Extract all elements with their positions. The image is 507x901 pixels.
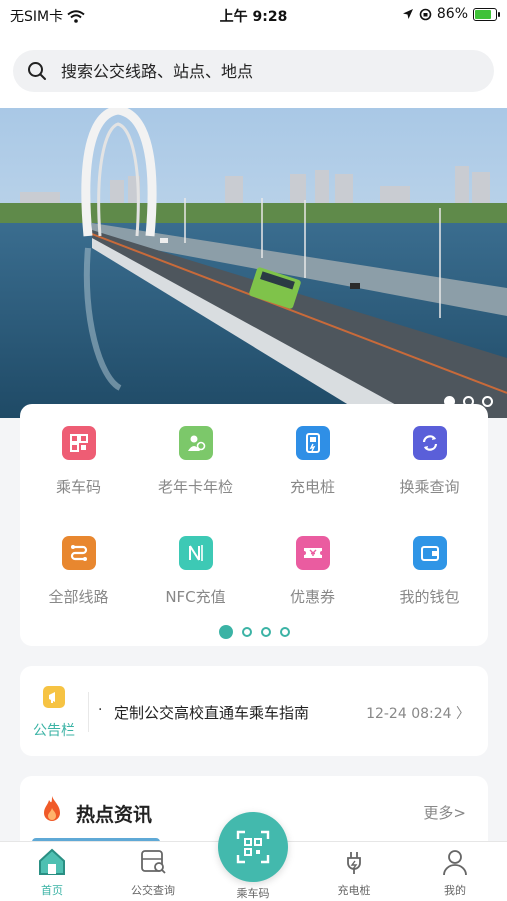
notice-bullet: · — [98, 702, 103, 718]
tab-label: 乘车码 — [236, 887, 270, 900]
tab-label: 充电桩 — [337, 884, 371, 897]
banner-carousel[interactable] — [0, 108, 507, 418]
notice-date-text: 12-24 08:24 — [366, 706, 452, 722]
home-icon — [39, 848, 65, 875]
megaphone-icon — [43, 686, 65, 708]
nfc-icon — [178, 536, 213, 570]
grid-pager-dot[interactable] — [279, 627, 290, 637]
grid-item-label: 充电桩 — [289, 478, 335, 496]
coupon-icon — [295, 536, 330, 570]
grid-item-charging-pile[interactable]: 充电桩 — [254, 426, 371, 497]
grid-item-label: 换乘查询 — [399, 478, 460, 496]
search-input[interactable] — [59, 60, 463, 82]
grid-item-label: NFC充值 — [165, 588, 226, 606]
tab-charging[interactable]: 充电桩 — [304, 842, 404, 898]
charging-pile-icon — [295, 426, 330, 460]
notice-text[interactable]: 定制公交高校直通车乘车指南 — [114, 702, 309, 723]
grid-pager-dot[interactable] — [218, 625, 233, 639]
plug-icon — [347, 852, 361, 874]
grid-item-senior-card[interactable]: 老年卡年检 — [137, 426, 254, 497]
grid-item-ride-code[interactable]: 乘车码 — [20, 426, 137, 497]
wallet-icon — [412, 536, 447, 570]
grid-item-coupon[interactable]: 优惠券 — [254, 536, 371, 607]
search-bar[interactable] — [13, 50, 494, 92]
senior-card-icon — [178, 426, 213, 460]
grid-pager — [20, 625, 488, 639]
banner-dot[interactable] — [482, 396, 493, 407]
grid-item-label: 乘车码 — [55, 478, 101, 496]
tab-home[interactable]: 首页 — [2, 842, 102, 898]
chevron-right-icon: 〉 — [456, 706, 470, 722]
hot-news-title: 热点资讯 — [76, 804, 153, 826]
search-area — [0, 30, 507, 108]
tab-mine[interactable]: 我的 — [405, 842, 505, 898]
qr-scan-icon — [236, 830, 270, 864]
tab-bus-search[interactable]: 公交查询 — [103, 842, 203, 898]
flame-icon — [44, 796, 60, 821]
orientation-lock-icon — [419, 8, 432, 20]
grid-item-wallet[interactable]: 我的钱包 — [371, 536, 488, 607]
grid-item-nfc[interactable]: NFC充值 — [137, 536, 254, 607]
search-icon — [28, 62, 46, 80]
notice-date: 12-24 08:24 〉 — [366, 703, 470, 723]
bus-search-icon — [141, 850, 166, 874]
all-routes-icon — [61, 536, 96, 570]
notice-badge: 公告栏 — [30, 686, 78, 740]
tab-label: 我的 — [444, 884, 466, 897]
battery-percent: 86% — [436, 6, 468, 22]
location-arrow-icon — [402, 9, 413, 19]
grid-item-label: 老年卡年检 — [157, 478, 233, 496]
grid-item-label: 全部线路 — [48, 588, 109, 606]
grid-pager-dot[interactable] — [260, 627, 271, 637]
function-grid: 乘车码 老年卡年检 充电桩 换乘查询 全部线路 NFC充值 优惠券 我的钱包 — [20, 404, 488, 646]
tab-label: 公交查询 — [131, 884, 175, 897]
bus-qr-icon — [61, 426, 96, 460]
ride-code-fab[interactable] — [218, 812, 288, 882]
notice-divider — [88, 692, 89, 732]
user-icon — [443, 850, 467, 876]
notice-board[interactable]: 公告栏 · 定制公交高校直通车乘车指南 12-24 08:24 〉 — [20, 666, 488, 756]
battery-icon — [473, 7, 500, 21]
grid-item-all-routes[interactable]: 全部线路 — [20, 536, 137, 607]
bridge-photo — [0, 108, 507, 418]
status-bar: 无SIM卡 上午 9:28 86% — [0, 0, 507, 30]
grid-item-label: 优惠券 — [289, 588, 335, 606]
grid-item-transfer[interactable]: 换乘查询 — [371, 426, 488, 497]
notice-label: 公告栏 — [33, 723, 75, 739]
transfer-icon — [412, 426, 447, 460]
tab-label: 首页 — [41, 884, 63, 897]
more-link[interactable]: 更多> — [423, 802, 466, 823]
grid-pager-dot[interactable] — [241, 627, 252, 637]
grid-item-label: 我的钱包 — [399, 588, 460, 606]
